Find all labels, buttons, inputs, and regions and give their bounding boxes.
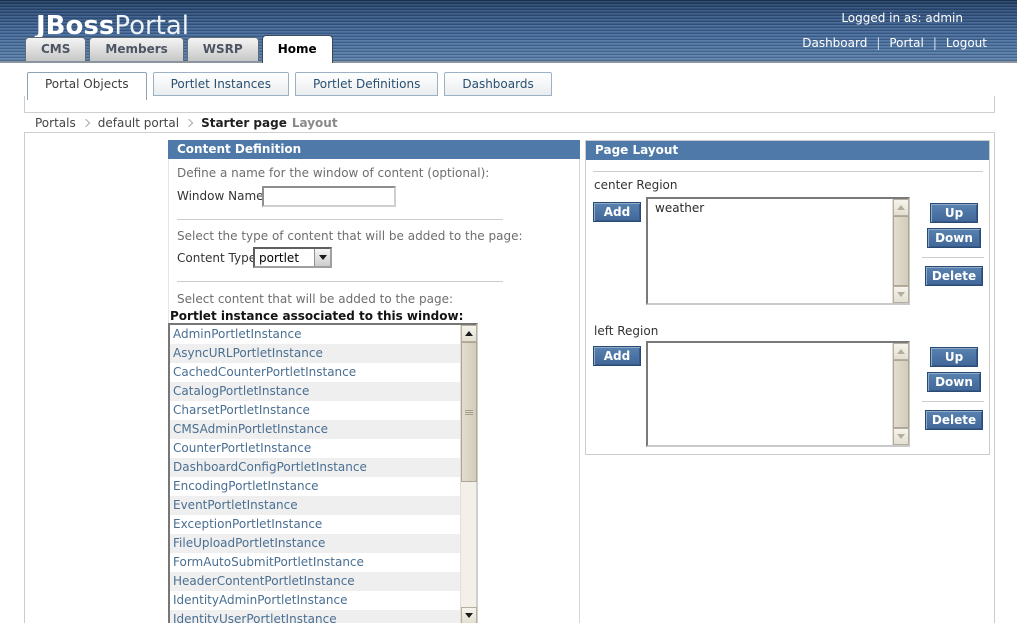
- subtab-portlet-definitions[interactable]: Portlet Definitions: [295, 72, 438, 96]
- subtab-portal-objects[interactable]: Portal Objects: [27, 72, 147, 100]
- portlet-instance-rows: AdminPortletInstanceAsyncURLPortletInsta…: [170, 325, 460, 623]
- arrow-down-icon: [465, 613, 473, 618]
- window-name-prompt: Define a name for the window of content …: [177, 166, 489, 180]
- portlet-instance-item[interactable]: FormAutoSubmitPortletInstance: [170, 553, 460, 572]
- panel-edge: [579, 159, 580, 623]
- header-nav: Dashboard|Portal|Logout: [802, 36, 987, 50]
- nav-link-portal[interactable]: Portal: [889, 36, 923, 50]
- region-center-list[interactable]: weather: [646, 197, 910, 305]
- portlet-instance-list[interactable]: AdminPortletInstanceAsyncURLPortletInsta…: [168, 323, 478, 623]
- region-label-left: left Region: [594, 324, 658, 338]
- divider: [177, 281, 503, 282]
- select-content-prompt: Select content that will be added to the…: [177, 292, 453, 306]
- scrollbar-thumb[interactable]: [893, 360, 909, 428]
- portlet-instance-item[interactable]: IdentityAdminPortletInstance: [170, 591, 460, 610]
- divider: [593, 171, 983, 172]
- divider: [922, 257, 984, 258]
- region-left-list[interactable]: [646, 341, 910, 447]
- window-name-label: Window Name:: [177, 189, 268, 203]
- up-button-left[interactable]: Up: [930, 347, 978, 367]
- portlet-instance-item[interactable]: CMSAdminPortletInstance: [170, 420, 460, 439]
- region-label-center: center Region: [594, 178, 678, 192]
- arrow-down-icon: [897, 292, 905, 297]
- arrow-up-icon: [897, 349, 905, 354]
- scroll-down-button[interactable]: [893, 428, 909, 445]
- tab-cms[interactable]: CMS: [25, 37, 86, 61]
- nav-link-logout[interactable]: Logout: [946, 36, 987, 50]
- nav-separator: |: [867, 36, 889, 50]
- content-definition-title: Content Definition: [168, 140, 580, 159]
- portlet-instance-item[interactable]: IdentityUserPortletInstance: [170, 610, 460, 623]
- page-layout-title: Page Layout: [586, 141, 989, 160]
- app-header: JBossPortal Logged in as: admin Dashboar…: [0, 0, 1017, 63]
- scrollbar-thumb[interactable]: [893, 216, 909, 286]
- portlet-instance-item[interactable]: DashboardConfigPortletInstance: [170, 458, 460, 477]
- nav-link-dashboard[interactable]: Dashboard: [802, 36, 867, 50]
- scroll-down-button[interactable]: [461, 607, 477, 623]
- content-type-prompt: Select the type of content that will be …: [177, 229, 523, 243]
- logged-in-status: Logged in as: admin: [841, 11, 963, 25]
- down-button-center[interactable]: Down: [927, 228, 981, 248]
- scrollbar[interactable]: [460, 325, 476, 623]
- window-name-input[interactable]: [262, 186, 396, 207]
- portlet-instances-label: Portlet instance associated to this wind…: [170, 309, 463, 323]
- tab-members[interactable]: Members: [89, 37, 183, 61]
- delete-button-left[interactable]: Delete: [925, 410, 983, 430]
- scrollbar[interactable]: [892, 343, 908, 445]
- region-list-item-weather[interactable]: weather: [648, 199, 908, 218]
- scroll-up-button[interactable]: [893, 343, 909, 360]
- content-type-label: Content Type:: [177, 251, 260, 265]
- divider: [177, 219, 503, 220]
- portlet-instance-item[interactable]: AdminPortletInstance: [170, 325, 460, 344]
- breadcrumb-link-portals[interactable]: Portals: [35, 116, 76, 130]
- subtab-bar: Portal Objects Portlet Instances Portlet…: [27, 72, 558, 100]
- arrow-up-icon: [465, 331, 473, 336]
- chevron-right-icon: [81, 118, 89, 126]
- breadcrumb-link-default-portal[interactable]: default portal: [98, 116, 179, 130]
- scroll-up-button[interactable]: [893, 199, 909, 216]
- tab-home[interactable]: Home: [262, 35, 333, 63]
- add-button-left[interactable]: Add: [593, 346, 641, 366]
- scroll-down-button[interactable]: [893, 286, 909, 303]
- portlet-instance-item[interactable]: ExceptionPortletInstance: [170, 515, 460, 534]
- arrow-down-icon: [897, 434, 905, 439]
- portlet-instance-item[interactable]: HeaderContentPortletInstance: [170, 572, 460, 591]
- up-button-center[interactable]: Up: [930, 203, 978, 223]
- nav-separator: |: [924, 36, 946, 50]
- breadcrumb: Portals default portal Starter page Layo…: [24, 112, 995, 133]
- scroll-up-button[interactable]: [461, 325, 477, 342]
- scrollbar-thumb[interactable]: [461, 342, 477, 482]
- scrollbar[interactable]: [892, 199, 908, 303]
- portlet-instance-item[interactable]: CounterPortletInstance: [170, 439, 460, 458]
- subtab-dashboards[interactable]: Dashboards: [444, 72, 551, 96]
- main-tab-bar: CMS Members WSRP Home: [25, 33, 336, 63]
- subtab-portlet-instances[interactable]: Portlet Instances: [153, 72, 289, 96]
- portlet-instance-item[interactable]: AsyncURLPortletInstance: [170, 344, 460, 363]
- select-dropdown-button[interactable]: [314, 249, 330, 266]
- arrow-up-icon: [897, 205, 905, 210]
- page-layout-panel: Page Layout center Region Add weather Up…: [585, 140, 990, 455]
- chevron-down-icon: [319, 255, 327, 260]
- jboss-portal-window: JBossPortal Logged in as: admin Dashboar…: [0, 0, 1017, 623]
- content-definition-panel: Content Definition Define a name for the…: [168, 140, 580, 623]
- portlet-instance-item[interactable]: EncodingPortletInstance: [170, 477, 460, 496]
- add-button-center[interactable]: Add: [593, 202, 641, 222]
- breadcrumb-current-suffix: Layout: [292, 116, 338, 130]
- down-button-left[interactable]: Down: [927, 372, 981, 392]
- content-type-selected-value: portlet: [255, 251, 314, 265]
- portlet-instance-item[interactable]: EventPortletInstance: [170, 496, 460, 515]
- portlet-instance-item[interactable]: CatalogPortletInstance: [170, 382, 460, 401]
- tab-wsrp[interactable]: WSRP: [187, 37, 259, 61]
- scrollbar-grip-icon: [465, 410, 473, 415]
- breadcrumb-current-page: Starter page: [201, 116, 287, 130]
- divider: [922, 401, 984, 402]
- portlet-instance-item[interactable]: FileUploadPortletInstance: [170, 534, 460, 553]
- portlet-instance-item[interactable]: CachedCounterPortletInstance: [170, 363, 460, 382]
- chevron-right-icon: [185, 118, 193, 126]
- delete-button-center[interactable]: Delete: [925, 266, 983, 286]
- portlet-instance-item[interactable]: CharsetPortletInstance: [170, 401, 460, 420]
- content-type-select[interactable]: portlet: [253, 247, 332, 268]
